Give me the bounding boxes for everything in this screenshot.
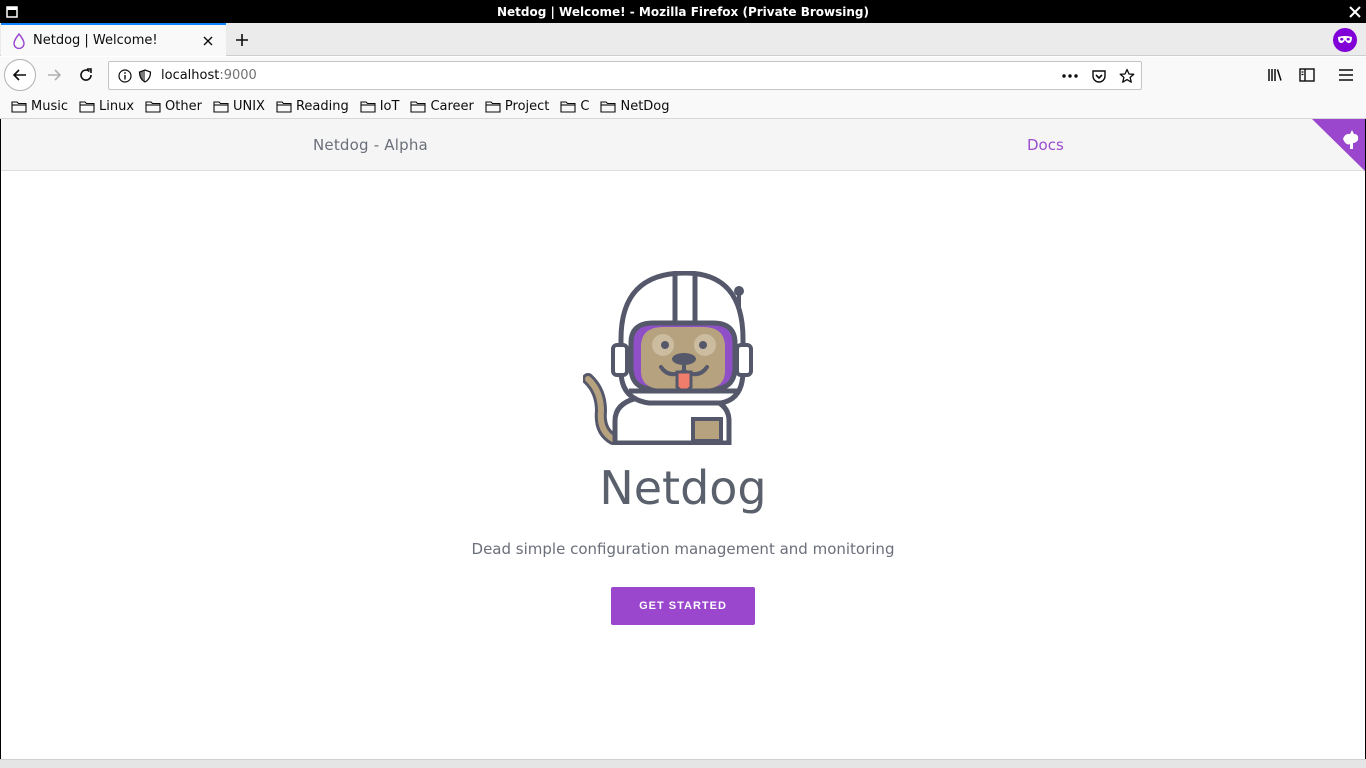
tab-strip: Netdog | Welcome! [0,23,1366,56]
folder-icon [11,100,27,113]
page-actions-menu-icon[interactable] [1062,68,1078,84]
bookmark-label: Linux [99,98,135,114]
folder-icon [360,100,376,113]
url-bar[interactable]: localhost:9000 [108,61,1142,90]
url-text[interactable]: localhost:9000 [161,68,257,83]
droplet-favicon-icon [13,32,25,49]
sidebar-toggle-icon[interactable] [1291,59,1323,91]
folder-icon [276,100,292,113]
forward-arrow-icon[interactable] [38,59,70,91]
astronaut-dog-illustration [583,271,753,445]
tab-title: Netdog | Welcome! [33,33,158,48]
bookmark-folder-c[interactable]: C [557,97,592,116]
tracking-protection-shield-icon[interactable] [137,68,153,84]
bookmark-folder-music[interactable]: Music [8,97,71,116]
bookmark-label: IoT [379,98,400,114]
window-title: Netdog | Welcome! - Mozilla Firefox (Pri… [496,4,870,19]
folder-icon [145,100,161,113]
site-brand[interactable]: Netdog - Alpha [313,136,428,154]
tab-netdog-welcome[interactable]: Netdog | Welcome! [1,23,226,56]
folder-icon [410,100,427,113]
folder-icon [600,100,617,113]
bookmark-label: Career [430,98,474,114]
bookmark-label: Music [31,98,68,114]
web-page: Netdog - Alpha Docs Netdog Dead simple c… [1,119,1365,759]
private-browsing-icon [1333,28,1357,52]
window-menu-icon[interactable] [2,2,21,21]
tab-close-icon[interactable] [196,29,220,53]
site-header: Netdog - Alpha Docs [1,119,1365,171]
new-tab-icon[interactable] [229,27,255,53]
folder-icon [213,100,229,113]
reload-icon[interactable] [70,59,102,91]
bookmark-label: Project [504,98,550,114]
bookmark-label: NetDog [620,98,670,114]
bookmark-folder-career[interactable]: Career [407,97,476,116]
bookmark-label: UNIX [232,98,265,114]
library-icon[interactable] [1259,59,1291,91]
bookmark-folder-netdog[interactable]: NetDog [597,97,672,116]
hamburger-menu-icon[interactable] [1330,59,1362,91]
hero-title: Netdog [599,461,767,515]
bookmark-folder-other[interactable]: Other [142,97,205,116]
folder-icon [485,100,501,113]
window-titlebar: Netdog | Welcome! - Mozilla Firefox (Pri… [0,0,1366,23]
bookmark-folder-project[interactable]: Project [482,97,552,116]
url-host: localhost [161,68,220,83]
folder-icon [79,100,95,113]
site-info-icon[interactable] [117,68,133,84]
bookmark-folder-iot[interactable]: IoT [357,97,403,116]
url-port: :9000 [219,68,257,83]
bookmark-label: C [580,98,590,114]
bookmark-folder-reading[interactable]: Reading [273,97,352,116]
bookmark-folder-unix[interactable]: UNIX [210,97,268,116]
bookmark-label: Other [165,98,202,114]
bookmark-star-icon[interactable] [1119,68,1135,84]
bookmarks-toolbar: Music Linux Other UNIX Reading IoT Caree… [0,94,1366,119]
docs-link[interactable]: Docs [1027,136,1064,154]
window-close-icon[interactable] [1345,2,1364,21]
navigation-toolbar: localhost:9000 [0,57,1366,94]
window-frame-left [0,119,1,759]
hero-subtitle: Dead simple configuration management and… [471,540,895,558]
back-arrow-icon[interactable] [4,59,36,91]
bookmark-folder-linux[interactable]: Linux [76,97,137,116]
pocket-icon[interactable] [1091,68,1107,84]
folder-icon [560,100,576,113]
github-corner-icon[interactable] [1312,119,1365,171]
get-started-button[interactable]: GET STARTED [611,587,755,625]
bookmark-label: Reading [295,98,349,114]
horizontal-scrollbar[interactable] [0,759,1366,768]
